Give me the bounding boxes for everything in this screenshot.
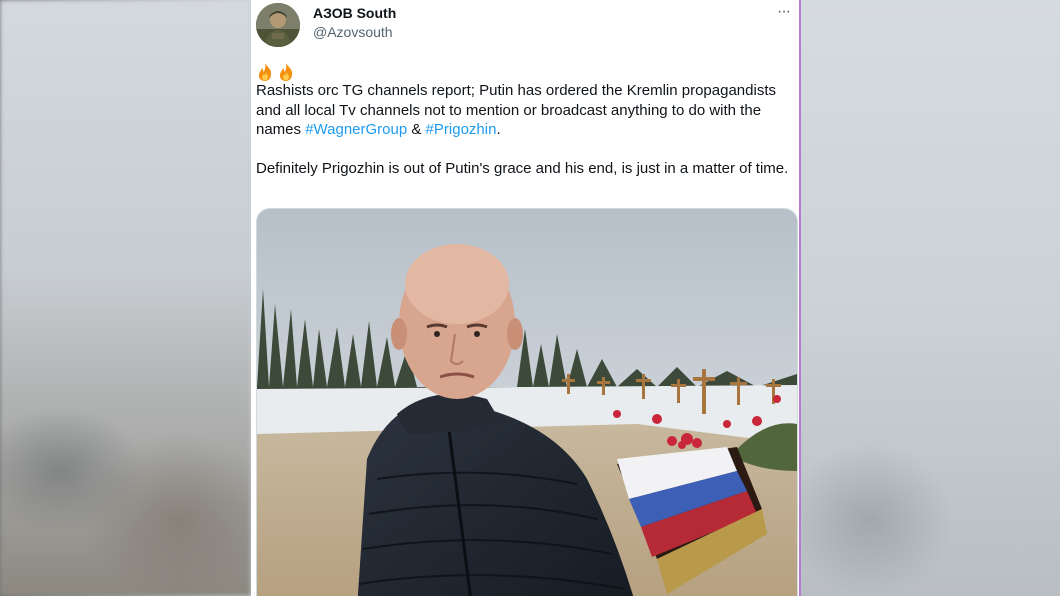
emoji-row [256, 62, 295, 82]
hashtag-wagnergroup-link[interactable]: #WagnerGroup [305, 121, 407, 138]
period-text: . [496, 121, 501, 138]
photo-man-at-cemetery-icon [257, 209, 797, 596]
more-options-icon[interactable]: ··· [777, 4, 797, 20]
hashtag-prigozhin-link[interactable]: #Prigozhin [426, 121, 497, 138]
tweet-card: АЗОВ South @Azovsouth ··· Rashists orc T… [251, 0, 800, 596]
tweet-text: Rashists orc TG channels report; Putin h… [256, 81, 791, 179]
blurred-background-left [0, 0, 251, 596]
tweet-media-photo[interactable] [256, 208, 798, 596]
video-frame: АЗОВ South @Azovsouth ··· Rashists orc T… [0, 0, 1060, 596]
fire-icon [258, 63, 272, 81]
author-display-name[interactable]: АЗОВ South [313, 5, 396, 21]
frame-edge-accent [799, 0, 801, 596]
fire-icon [279, 63, 293, 81]
author-handle[interactable]: @Azovsouth [313, 24, 393, 40]
tweet-paragraph-2: Definitely Prigozhin is out of Putin's g… [256, 160, 789, 177]
ampersand-text: & [407, 121, 426, 138]
avatar-soldier-icon [256, 3, 300, 47]
tweet-paragraph-1: Rashists orc TG channels report; Putin h… [256, 81, 791, 140]
avatar[interactable] [256, 3, 300, 47]
blurred-background-right [800, 0, 1060, 596]
